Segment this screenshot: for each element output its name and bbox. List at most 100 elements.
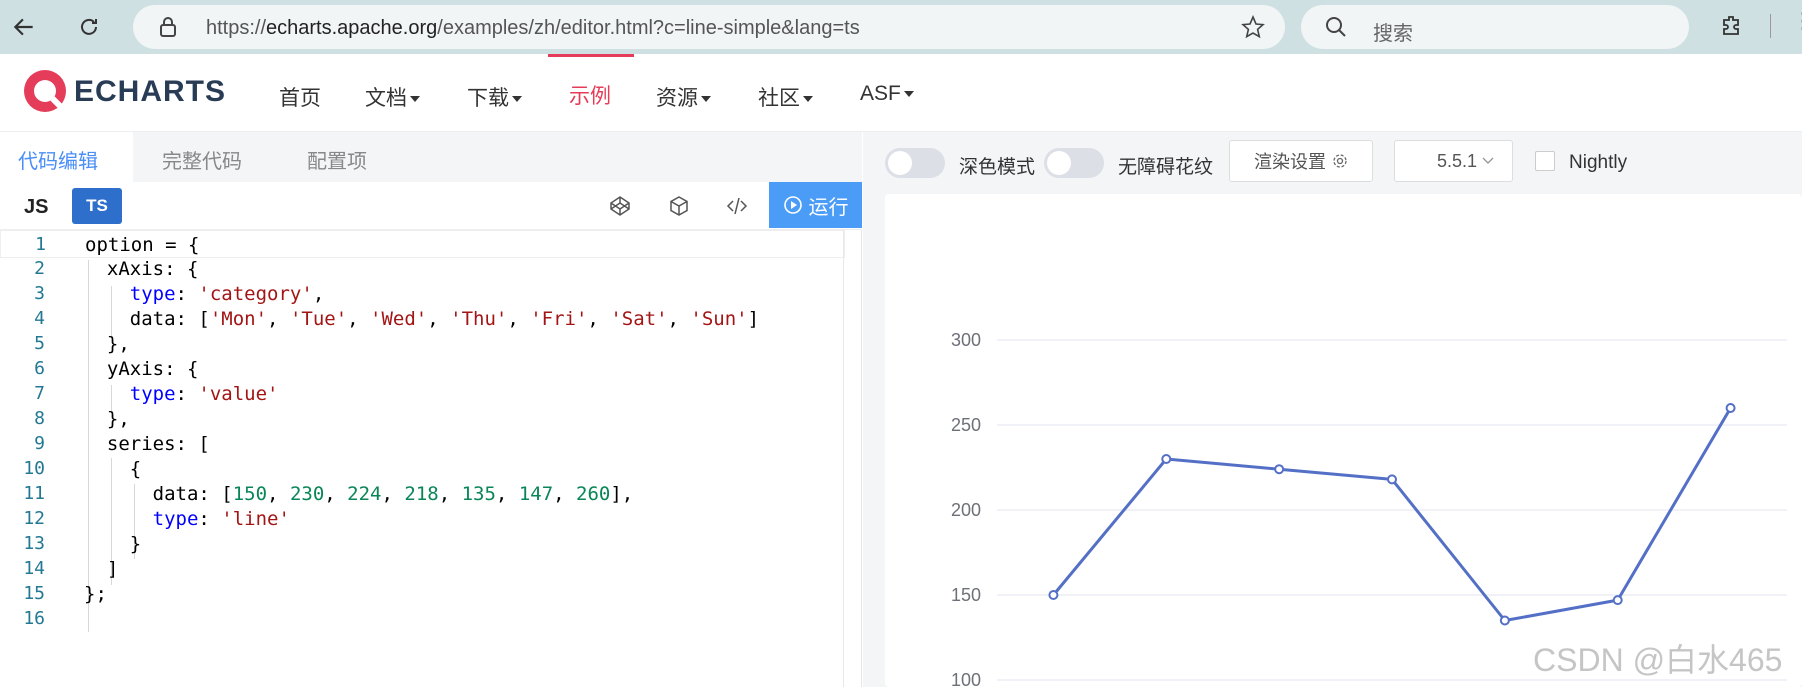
y-tick-label: 150 (951, 585, 981, 605)
code-line: 4 data: ['Mon', 'Tue', 'Wed', 'Thu', 'Fr… (34, 308, 760, 330)
js-button[interactable]: JS (24, 196, 48, 219)
preview-panel: 深色模式 无障碍花纹 渲染设置 5.5.1 Nightly 300 250 200 1… (863, 132, 1802, 690)
series-line (1052, 407, 1732, 622)
watermark-text: CSDN @白水465 (1533, 642, 1783, 678)
code-line: 8 }, (34, 408, 130, 430)
code-line: 15}; (23, 583, 107, 605)
nav-community[interactable]: 社区 (758, 82, 813, 112)
render-settings-label: 渲染设置 (1254, 152, 1326, 172)
codesandbox-icon[interactable] (667, 194, 693, 220)
code-line: 3 type: 'category', (34, 283, 325, 305)
run-button[interactable]: 运行 (769, 182, 862, 228)
browser-toolbar: https://echarts.apache.org/examples/zh/e… (0, 0, 1802, 54)
chart-container: 300 250 200 150 100 (885, 194, 1802, 690)
data-point[interactable] (1048, 590, 1059, 600)
site-header: ECHARTS 首页 文档 下载 示例 资源 社区 ASF (0, 54, 1802, 132)
tab-options-label: 配置项 (307, 151, 367, 173)
nav-docs[interactable]: 文档 (365, 82, 420, 112)
echarts-logo-icon (24, 70, 69, 115)
embed-code-icon[interactable] (725, 194, 751, 220)
dark-mode-label: 深色模式 (959, 157, 1036, 178)
data-point[interactable] (1274, 464, 1285, 475)
refresh-icon[interactable] (71, 8, 107, 46)
url-host: echarts.apache.org (266, 17, 438, 39)
chevron-down-icon (903, 91, 914, 98)
url-text: https://echarts.apache.org/examples/zh/e… (206, 17, 860, 40)
favorite-star-icon[interactable] (1241, 14, 1265, 44)
tab-code-edit-label: 代码编辑 (18, 151, 98, 173)
nav-download-label: 下载 (467, 87, 509, 110)
code-line: 9 series: [ (34, 433, 210, 455)
code-line: 1 option = { (0, 230, 845, 258)
code-line: 10 { (23, 458, 142, 480)
search-placeholder: 搜索 (1373, 23, 1413, 45)
line-chart: 300 250 200 150 100 (951, 330, 1787, 690)
chevron-down-icon (512, 96, 522, 103)
run-label: 运行 (808, 196, 849, 219)
nav-home-label: 首页 (279, 87, 321, 110)
y-tick-label: 300 (951, 330, 981, 350)
code-line: 5 }, (34, 333, 130, 355)
code-line: 13 } (23, 533, 142, 555)
tab-code-edit[interactable]: 代码编辑 (0, 132, 133, 182)
ts-button[interactable]: TS (72, 188, 122, 224)
chevron-down-icon (410, 96, 420, 103)
version-value: 5.5.1 (1437, 151, 1478, 171)
data-point[interactable] (1612, 595, 1623, 606)
data-point[interactable] (1725, 403, 1736, 413)
toolbar-divider (1770, 14, 1771, 38)
search-input[interactable]: 搜索 (1301, 5, 1689, 49)
nav-resources[interactable]: 资源 (656, 82, 711, 112)
nav-resources-label: 资源 (656, 87, 698, 110)
code-line: 7 type: 'value' (34, 383, 279, 405)
nav-download[interactable]: 下载 (467, 82, 522, 112)
a11y-pattern-label: 无障碍花纹 (1118, 157, 1214, 178)
render-settings-button[interactable]: 渲染设置 (1229, 140, 1373, 182)
nightly-checkbox[interactable] (1535, 151, 1555, 171)
codepen-icon[interactable] (608, 194, 634, 220)
version-select[interactable]: 5.5.1 (1394, 140, 1513, 182)
echarts-logo[interactable]: ECHARTS (22, 68, 226, 116)
lock-icon[interactable] (159, 17, 177, 42)
chevron-down-icon (1482, 157, 1494, 164)
data-point[interactable] (1161, 454, 1172, 464)
play-circle-icon (783, 196, 802, 214)
editor-tabs: 代码编辑 完整代码 配置项 (0, 132, 862, 182)
nav-community-label: 社区 (758, 87, 800, 110)
nav-home[interactable]: 首页 (279, 82, 321, 112)
y-tick-label: 100 (951, 670, 981, 687)
y-tick-label: 250 (951, 415, 981, 435)
nav-examples[interactable]: 示例 (569, 80, 611, 110)
tab-options[interactable]: 配置项 (307, 132, 407, 182)
nav-asf[interactable]: ASF (860, 82, 914, 106)
dark-mode-toggle[interactable] (885, 148, 945, 178)
language-toolbar: JS TS 运行 (0, 182, 862, 230)
nightly-label: Nightly (1569, 152, 1628, 173)
data-point[interactable] (1499, 615, 1510, 626)
back-icon[interactable] (6, 8, 42, 46)
a11y-pattern-toggle[interactable] (1044, 148, 1104, 178)
code-line: 12 type: 'line' (23, 508, 290, 530)
tab-full-code-label: 完整代码 (162, 151, 242, 173)
address-bar[interactable]: https://echarts.apache.org/examples/zh/e… (133, 5, 1285, 49)
url-path: /examples/zh/editor.html?c=line-simple&l… (437, 17, 860, 39)
chevron-down-icon (701, 96, 711, 103)
code-text: option = { (85, 234, 200, 256)
extensions-icon[interactable] (1720, 14, 1744, 43)
editor-panel: 代码编辑 完整代码 配置项 JS TS 运行 1 option = { 2 xAx… (0, 132, 862, 687)
nav-docs-label: 文档 (365, 87, 407, 110)
more-icon[interactable]: ⋮ (1792, 8, 1802, 34)
logo-text: ECHARTS (74, 75, 227, 108)
code-line: 14 ] (23, 558, 119, 580)
url-scheme: https:// (206, 17, 267, 39)
search-icon (1325, 16, 1347, 43)
tab-full-code[interactable]: 完整代码 (162, 132, 272, 182)
code-editor[interactable]: 1 option = { 2 xAxis: { 3 type: 'category… (0, 230, 862, 687)
code-line: 16 (23, 608, 45, 629)
code-line: 6 yAxis: { (34, 358, 199, 380)
editor-scrollbar[interactable] (843, 230, 844, 687)
data-point[interactable] (1387, 474, 1397, 485)
chevron-down-icon (803, 96, 813, 103)
nav-examples-label: 示例 (569, 85, 611, 108)
nav-asf-label: ASF (860, 82, 901, 105)
